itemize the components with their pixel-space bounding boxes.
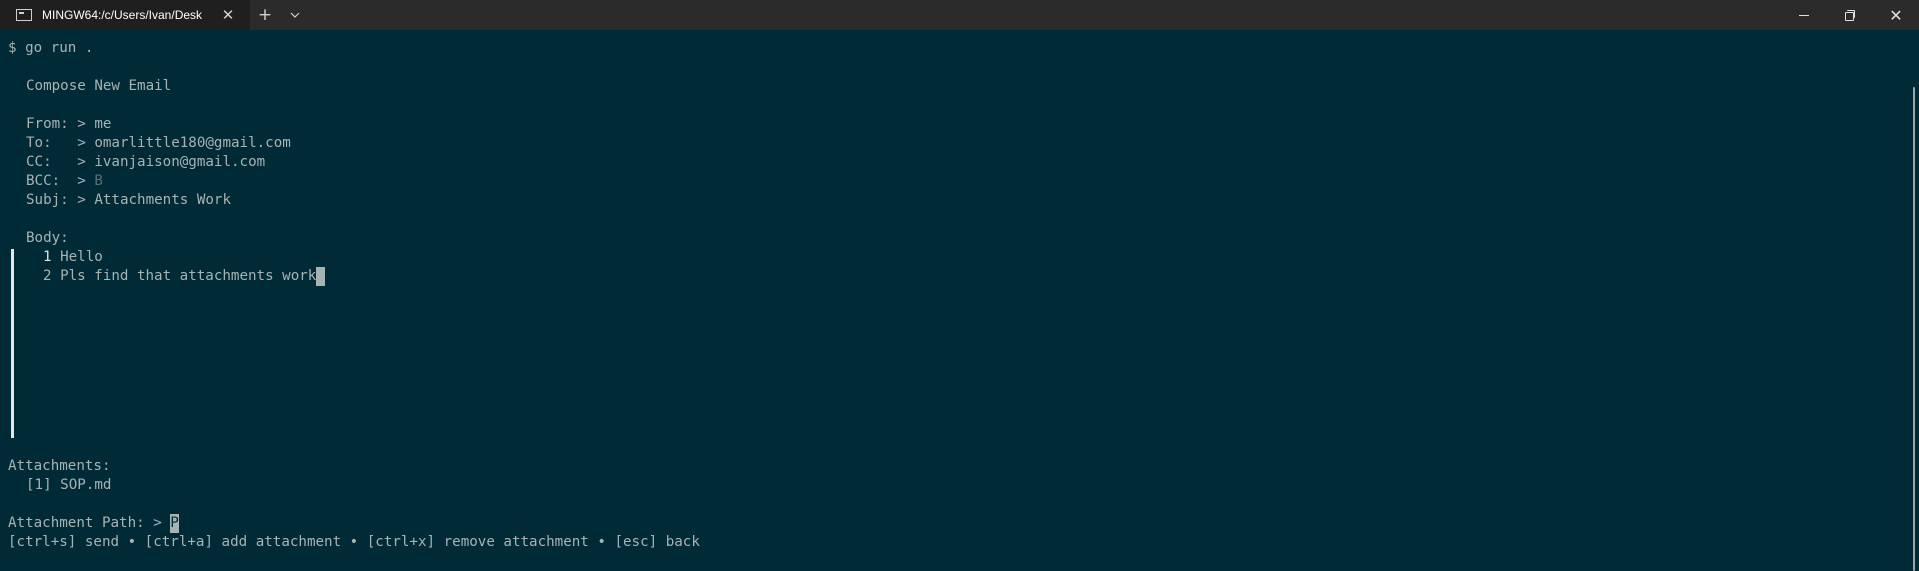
body-line-text: Hello bbox=[60, 249, 103, 265]
attachment-item[interactable]: [1] SOP.md bbox=[26, 476, 111, 495]
close-icon: ✕ bbox=[1889, 5, 1903, 25]
subject-field[interactable]: Subj: > Attachments Work bbox=[26, 191, 231, 210]
cc-field[interactable]: CC: > ivanjaison@gmail.com bbox=[26, 153, 265, 172]
attachment-name: SOP.md bbox=[60, 477, 112, 493]
from-label: From: > bbox=[26, 116, 95, 132]
restore-icon bbox=[1845, 10, 1855, 21]
text-cursor bbox=[316, 267, 325, 286]
from-value: me bbox=[94, 116, 112, 132]
tab-close-icon[interactable]: ✕ bbox=[220, 7, 236, 23]
minimize-icon bbox=[1799, 14, 1809, 16]
line-number: 1 bbox=[43, 249, 52, 265]
terminal-tab[interactable]: MINGW64:/c/Users/Ivan/Desk ✕ bbox=[0, 0, 250, 30]
window-controls: ✕ bbox=[1781, 0, 1919, 30]
command-line: $ go run . bbox=[8, 40, 94, 56]
compose-heading: Compose New Email bbox=[26, 78, 172, 94]
restore-button[interactable] bbox=[1827, 0, 1873, 30]
body-label: Body: bbox=[26, 230, 69, 246]
attachment-path-label: Attachment Path: > bbox=[8, 515, 171, 531]
terminal-content[interactable]: $ go run . Compose New Email From: > me … bbox=[0, 30, 1919, 571]
help-bar: [ctrl+s] send • [ctrl+a] add attachment … bbox=[8, 534, 700, 550]
scrollbar[interactable] bbox=[1913, 87, 1915, 571]
attachment-index: [1] bbox=[26, 477, 52, 493]
new-tab-button[interactable]: + bbox=[250, 0, 280, 30]
body-line-text: Pls find that attachments work bbox=[60, 268, 317, 284]
body-line-2[interactable]: 2 Pls find that attachments work bbox=[43, 267, 325, 286]
attachment-path-placeholder: P bbox=[170, 514, 179, 533]
body-focus-bar bbox=[11, 249, 14, 438]
tab-title: MINGW64:/c/Users/Ivan/Desk bbox=[42, 8, 203, 22]
attachments-label: Attachments: bbox=[8, 458, 111, 474]
terminal-window: MINGW64:/c/Users/Ivan/Desk ✕ + ✕ $ go ru… bbox=[0, 0, 1919, 571]
cc-label: CC: > bbox=[26, 154, 95, 170]
close-button[interactable]: ✕ bbox=[1873, 0, 1919, 30]
bcc-label: BCC: > bbox=[26, 173, 95, 189]
minimize-button[interactable] bbox=[1781, 0, 1827, 30]
tab-dropdown-chevron-icon[interactable] bbox=[280, 0, 310, 30]
line-number: 2 bbox=[43, 268, 52, 284]
to-label: To: > bbox=[26, 135, 95, 151]
title-bar: MINGW64:/c/Users/Ivan/Desk ✕ + ✕ bbox=[0, 0, 1919, 30]
subject-value: Attachments Work bbox=[94, 192, 232, 208]
to-value: omarlittle180@gmail.com bbox=[94, 135, 291, 151]
attachment-path-field[interactable]: Attachment Path: > P bbox=[8, 514, 179, 533]
to-field[interactable]: To: > omarlittle180@gmail.com bbox=[26, 134, 291, 153]
from-field[interactable]: From: > me bbox=[26, 115, 111, 134]
body-line-1[interactable]: 1 Hello bbox=[43, 248, 103, 267]
cc-value: ivanjaison@gmail.com bbox=[94, 154, 266, 170]
bcc-placeholder: B bbox=[94, 173, 103, 189]
terminal-icon bbox=[16, 9, 32, 21]
bcc-field[interactable]: BCC: > B bbox=[26, 172, 103, 191]
subject-label: Subj: > bbox=[26, 192, 95, 208]
